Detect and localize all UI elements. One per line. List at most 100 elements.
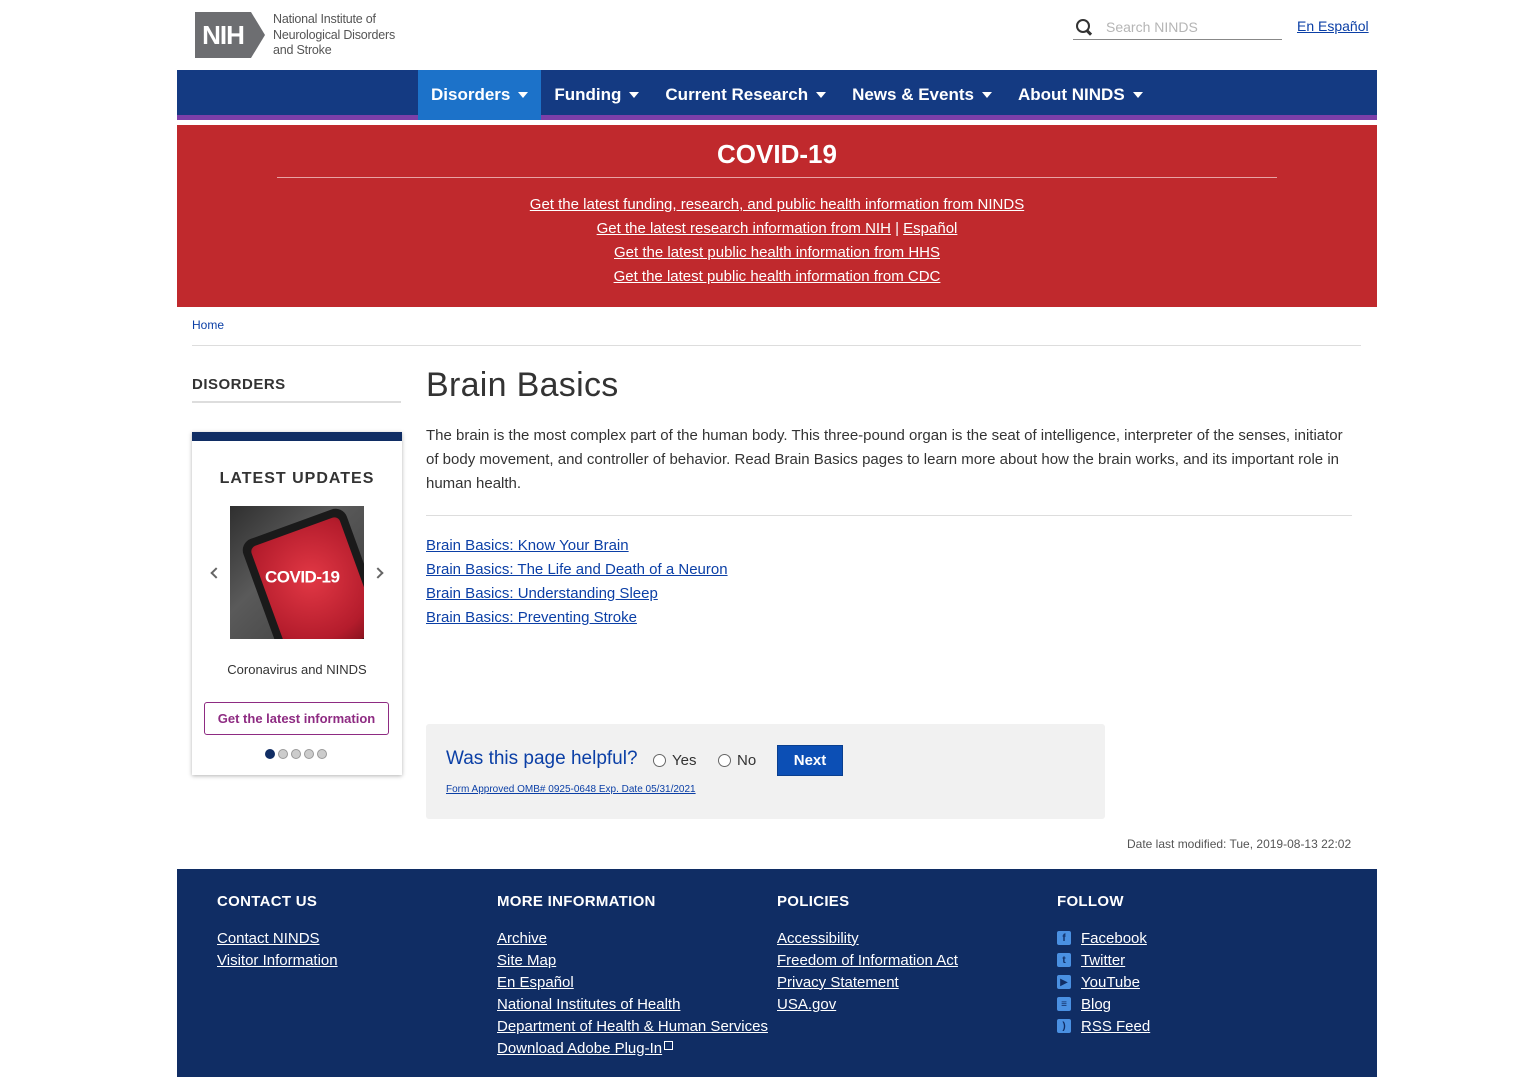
radio-circle[interactable] bbox=[653, 754, 666, 767]
caret-down-icon bbox=[629, 92, 640, 98]
covid-link-hhs[interactable]: Get the latest public health information… bbox=[614, 244, 940, 261]
intro-paragraph: The brain is the most complex part of th… bbox=[426, 427, 1343, 492]
footer-link-youtube[interactable]: YouTube bbox=[1081, 974, 1140, 991]
nih-logo-mark: NIH bbox=[195, 12, 251, 59]
footer-heading: FOLLOW bbox=[1057, 893, 1124, 910]
footer-link-rss[interactable]: RSS Feed bbox=[1081, 1018, 1150, 1035]
page-title: Brain Basics bbox=[426, 366, 619, 404]
radio-no[interactable]: No bbox=[718, 752, 756, 769]
footer-link-usagov[interactable]: USA.gov bbox=[777, 996, 836, 1013]
facebook-icon: f bbox=[1057, 931, 1071, 945]
footer-link-hhs[interactable]: Department of Health & Human Services bbox=[497, 1018, 768, 1035]
footer-link-privacy[interactable]: Privacy Statement bbox=[777, 974, 899, 991]
slide-caption: Coronavirus and NINDS bbox=[227, 662, 367, 677]
covid-link-cdc[interactable]: Get the latest public health information… bbox=[614, 268, 941, 285]
footer-link-contact[interactable]: Contact NINDS bbox=[217, 930, 320, 947]
link-preventing-stroke[interactable]: Brain Basics: Preventing Stroke bbox=[426, 609, 637, 626]
breadcrumb-home[interactable]: Home bbox=[192, 318, 224, 332]
footer-heading: CONTACT US bbox=[217, 893, 318, 910]
nav-item-news-events[interactable]: News & Events bbox=[839, 70, 1005, 120]
footer-link-twitter[interactable]: Twitter bbox=[1081, 952, 1125, 969]
carousel-dot[interactable] bbox=[265, 749, 275, 759]
chevron-right-icon[interactable] bbox=[372, 567, 384, 579]
omb-link[interactable]: Form Approved OMB# 0925-0648 Exp. Date 0… bbox=[446, 784, 696, 795]
radio-yes[interactable]: Yes bbox=[653, 752, 696, 769]
footer-link-facebook[interactable]: Facebook bbox=[1081, 930, 1147, 947]
footer-follow: FOLLOW f Facebook t Twitter ▶ YouTube ≡ Blog… bbox=[1057, 893, 1150, 1037]
sidebar-title: DISORDERS bbox=[192, 376, 401, 403]
site-footer: CONTACT US Contact NINDS Visitor Informa… bbox=[177, 869, 1377, 1077]
nav-item-funding[interactable]: Funding bbox=[541, 70, 652, 120]
radio-circle[interactable] bbox=[718, 754, 731, 767]
logo-text-line: National Institute of bbox=[273, 12, 376, 26]
radio-label: Yes bbox=[672, 752, 697, 769]
espanol-link[interactable]: En Español bbox=[1297, 18, 1369, 34]
covid-banner: COVID-19 Get the latest funding, researc… bbox=[177, 125, 1377, 307]
footer-link-blog[interactable]: Blog bbox=[1081, 996, 1111, 1013]
breadcrumb: Home bbox=[192, 318, 224, 332]
link-life-death-neuron[interactable]: Brain Basics: The Life and Death of a Ne… bbox=[426, 561, 728, 578]
next-button[interactable]: Next bbox=[777, 745, 843, 776]
content-divider bbox=[426, 515, 1352, 516]
search-icon[interactable] bbox=[1076, 18, 1092, 35]
nav-item-about[interactable]: About NINDS bbox=[1005, 70, 1156, 120]
carousel-dots bbox=[265, 749, 330, 759]
breadcrumb-divider bbox=[192, 345, 1361, 346]
rss-icon: ) bbox=[1057, 1019, 1071, 1033]
link-know-your-brain[interactable]: Brain Basics: Know Your Brain bbox=[426, 537, 629, 554]
footer-link-archive[interactable]: Archive bbox=[497, 930, 547, 947]
logo-text: National Institute of Neurological Disor… bbox=[273, 12, 395, 59]
footer-more-info: MORE INFORMATION Archive Site Map En Esp… bbox=[497, 893, 768, 1059]
footer-link-adobe[interactable]: Download Adobe Plug-In bbox=[497, 1040, 662, 1057]
youtube-icon: ▶ bbox=[1057, 975, 1071, 989]
slide-image[interactable]: COVID-19 bbox=[230, 506, 364, 639]
site-header: NIH National Institute of Neurological D… bbox=[177, 0, 1377, 70]
nih-logo-chevron bbox=[251, 12, 265, 59]
nav-label: Current Research bbox=[665, 85, 809, 104]
carousel-dot[interactable] bbox=[304, 749, 314, 759]
covid-link-espanol[interactable]: Español bbox=[903, 220, 957, 237]
search-input[interactable] bbox=[1106, 18, 1276, 35]
slide-image-text: COVID-19 bbox=[264, 567, 340, 587]
caret-down-icon bbox=[1132, 92, 1143, 98]
footer-link-accessibility[interactable]: Accessibility bbox=[777, 930, 859, 947]
covid-link-nih[interactable]: Get the latest research information from… bbox=[597, 220, 891, 237]
covid-links: Get the latest funding, research, and pu… bbox=[177, 196, 1377, 292]
covid-title: COVID-19 bbox=[717, 139, 837, 169]
nav-label: News & Events bbox=[852, 85, 974, 104]
covid-link-ninds[interactable]: Get the latest funding, research, and pu… bbox=[530, 196, 1024, 213]
footer-link-foia[interactable]: Freedom of Information Act bbox=[777, 952, 958, 969]
carousel-dot[interactable] bbox=[278, 749, 288, 759]
footer-heading: POLICIES bbox=[777, 893, 850, 910]
date-modified: Date last modified: Tue, 2019-08-13 22:0… bbox=[1127, 837, 1352, 851]
covid-divider bbox=[277, 177, 1277, 178]
chevron-left-icon[interactable] bbox=[210, 567, 222, 579]
link-understanding-sleep[interactable]: Brain Basics: Understanding Sleep bbox=[426, 585, 658, 602]
search-box bbox=[1073, 14, 1282, 40]
nav-label: Funding bbox=[554, 85, 622, 104]
footer-contact: CONTACT US Contact NINDS Visitor Informa… bbox=[217, 893, 338, 971]
nav-label: About NINDS bbox=[1017, 85, 1125, 104]
get-latest-info-button[interactable]: Get the latest information bbox=[204, 702, 389, 735]
footer-heading: MORE INFORMATION bbox=[497, 893, 656, 910]
caret-down-icon bbox=[518, 92, 529, 98]
footer-policies: POLICIES Accessibility Freedom of Inform… bbox=[777, 893, 958, 1015]
twitter-icon: t bbox=[1057, 953, 1071, 967]
blog-icon: ≡ bbox=[1057, 997, 1071, 1011]
carousel-dot[interactable] bbox=[317, 749, 327, 759]
feedback-form: Was this page helpful? Yes No Next Form … bbox=[426, 724, 1105, 819]
nav-item-current-research[interactable]: Current Research bbox=[652, 70, 839, 120]
radio-label: No bbox=[737, 752, 757, 769]
feedback-question: Was this page helpful? bbox=[446, 748, 638, 769]
nav-item-disorders[interactable]: Disorders bbox=[418, 70, 542, 120]
footer-link-visitor[interactable]: Visitor Information bbox=[217, 952, 338, 969]
brain-basics-links: Brain Basics: Know Your Brain Brain Basi… bbox=[426, 537, 728, 633]
nih-logo[interactable]: NIH National Institute of Neurological D… bbox=[195, 12, 395, 59]
main-nav: Disorders Funding Current Research News … bbox=[177, 70, 1377, 120]
carousel-dot[interactable] bbox=[291, 749, 301, 759]
footer-link-sitemap[interactable]: Site Map bbox=[497, 952, 556, 969]
footer-link-espanol[interactable]: En Español bbox=[497, 974, 574, 991]
latest-updates-carousel: LATEST UPDATES COVID-19 Coronavirus and … bbox=[192, 432, 402, 775]
updates-title: LATEST UPDATES bbox=[219, 470, 375, 487]
footer-link-nih[interactable]: National Institutes of Health bbox=[497, 996, 680, 1013]
